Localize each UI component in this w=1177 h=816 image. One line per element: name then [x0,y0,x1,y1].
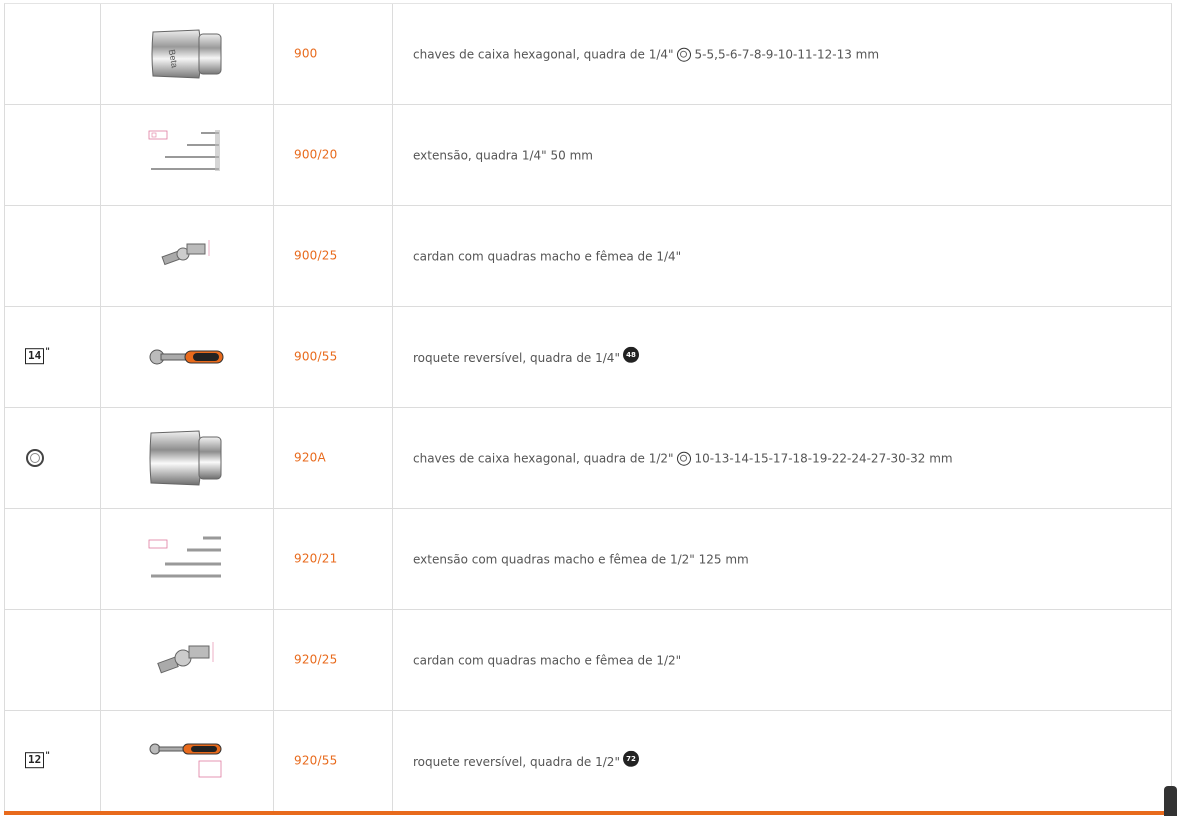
image-cell [101,206,274,306]
code-cell: 920A [274,408,393,508]
description-cell: chaves de caixa hexagonal, quadra de 1/4… [393,4,1171,104]
image-cell [101,307,274,407]
code-cell: 900/25 [274,206,393,306]
symbol-cell [5,206,101,306]
description-cell: cardan com quadras macho e fêmea de 1/2" [393,610,1171,710]
description-text: extensão, quadra 1/4" 50 mm [413,148,593,163]
product-code-link[interactable]: 900 [294,46,318,60]
image-cell [101,105,274,205]
extension-bars-icon[interactable] [147,127,227,183]
drive-size-badge: 14 " [25,347,50,365]
drive-size-badge: 12 " [25,751,50,769]
image-cell [101,509,274,609]
product-code-link[interactable]: 920/55 [294,753,337,767]
table-row: 920A chaves de caixa hexagonal, quadra d… [5,408,1171,509]
description-text: roquete reversível, quadra de 1/2" [413,754,620,769]
symbol-cell [5,610,101,710]
code-cell: 900 [274,4,393,104]
universal-joint-icon[interactable] [157,236,217,276]
ring-icon [676,47,691,62]
code-cell: 900/20 [274,105,393,205]
description-text: chaves de caixa hexagonal, quadra de 1/4… [413,47,674,62]
image-cell: Beta [101,4,274,104]
description-cell: extensão com quadras macho e fêmea de 1/… [393,509,1171,609]
product-table: Beta 900 chaves de caixa hexagonal, quad… [4,3,1172,812]
socket-1-4-icon[interactable]: Beta [147,24,227,84]
description-text: chaves de caixa hexagonal, quadra de 1/2… [413,451,674,466]
footer-accent-bar [4,811,1164,815]
symbol-cell [5,4,101,104]
gear-72-icon: 72 [622,750,639,767]
symbol-cell [5,509,101,609]
table-row: 900/25 cardan com quadras macho e fêmea … [5,206,1171,307]
size-range: 10-13-14-15-17-18-19-22-24-27-30-32 mm [694,451,953,466]
image-cell [101,408,274,508]
symbol-cell: 14 " [5,307,101,407]
drive-size-label: 14 [25,348,45,365]
ring-icon [676,451,691,466]
product-code-link[interactable]: 920/25 [294,652,337,666]
scrollbar-thumb[interactable] [1164,786,1177,816]
extension-bars-icon[interactable] [147,534,227,584]
description-text: cardan com quadras macho e fêmea de 1/2" [413,653,682,668]
drive-size-label: 12 [25,752,45,769]
table-row: 900/20 extensão, quadra 1/4" 50 mm [5,105,1171,206]
ratchet-icon[interactable] [147,741,227,781]
socket-1-2-icon[interactable] [147,427,227,489]
ratchet-icon[interactable] [147,345,227,369]
inch-mark: " [45,751,50,762]
description-text: extensão com quadras macho e fêmea de 1/… [413,552,749,567]
gear-48-icon: 48 [622,346,639,363]
description-cell: roquete reversível, quadra de 1/4" 48 [393,307,1171,407]
description-text: roquete reversível, quadra de 1/4" [413,350,620,365]
description-cell: extensão, quadra 1/4" 50 mm [393,105,1171,205]
universal-joint-icon[interactable] [155,638,219,682]
symbol-cell [5,105,101,205]
description-cell: chaves de caixa hexagonal, quadra de 1/2… [393,408,1171,508]
product-code-link[interactable]: 920/21 [294,551,337,565]
product-code-link[interactable]: 900/25 [294,248,337,262]
product-code-link[interactable]: 920A [294,450,326,464]
table-row: Beta 900 chaves de caixa hexagonal, quad… [5,4,1171,105]
description-cell: roquete reversível, quadra de 1/2" 72 [393,711,1171,811]
product-code-link[interactable]: 900/20 [294,147,337,161]
symbol-cell [5,408,101,508]
inch-mark: " [45,347,50,358]
image-cell [101,610,274,710]
description-text: cardan com quadras macho e fêmea de 1/4" [413,249,682,264]
code-cell: 920/25 [274,610,393,710]
product-code-link[interactable]: 900/55 [294,349,337,363]
size-range: 5-5,5-6-7-8-9-10-11-12-13 mm [694,47,880,62]
table-row: 920/21 extensão com quadras macho e fême… [5,509,1171,610]
image-cell [101,711,274,811]
code-cell: 920/21 [274,509,393,609]
code-cell: 920/55 [274,711,393,811]
symbol-cell: 12 " [5,711,101,811]
ring-icon [26,449,44,467]
table-row: 920/25 cardan com quadras macho e fêmea … [5,610,1171,711]
table-row: 12 " 920/55 roquete reversível, quadra d… [5,711,1171,812]
code-cell: 900/55 [274,307,393,407]
description-cell: cardan com quadras macho e fêmea de 1/4" [393,206,1171,306]
table-row: 14 " 900/55 roquete reversível, quadra d… [5,307,1171,408]
